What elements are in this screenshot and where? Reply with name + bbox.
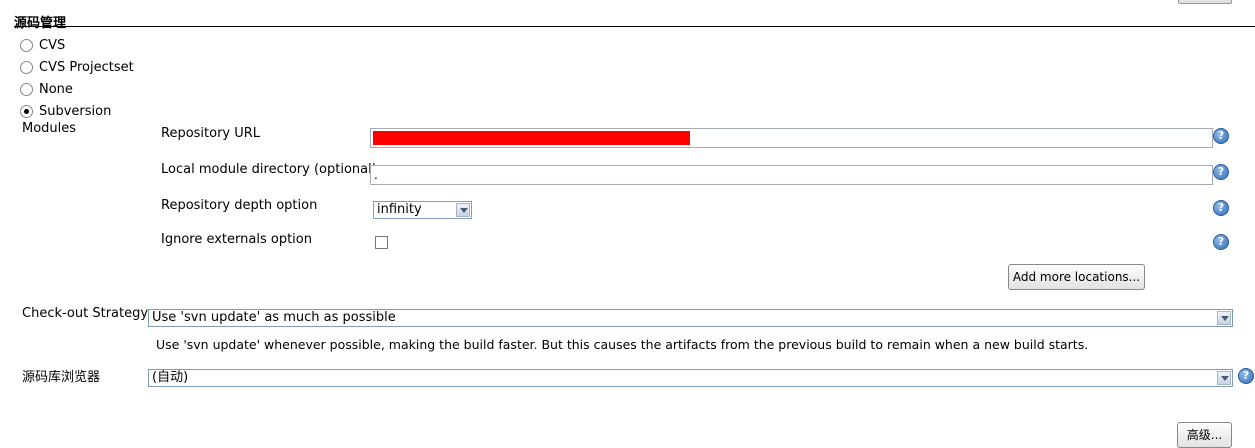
scm-option-cvs[interactable]: CVS bbox=[20, 36, 65, 54]
depth-option-value: infinity bbox=[377, 202, 422, 217]
redacted-url-mark bbox=[373, 131, 690, 145]
chevron-down-icon[interactable] bbox=[1217, 311, 1231, 325]
repository-url-label: Repository URL bbox=[161, 126, 261, 141]
radio-cvs[interactable] bbox=[20, 38, 33, 52]
help-icon[interactable]: ? bbox=[1238, 368, 1254, 384]
modules-label: Modules bbox=[22, 121, 77, 136]
scm-option-none[interactable]: None bbox=[20, 80, 73, 98]
chevron-down-icon[interactable] bbox=[456, 203, 470, 217]
scm-option-cvs-projectset[interactable]: CVS Projectset bbox=[20, 58, 134, 76]
radio-label: CVS Projectset bbox=[39, 59, 134, 75]
add-more-locations-button[interactable]: Add more locations... bbox=[1008, 264, 1145, 290]
section-title: 源码管理 bbox=[14, 16, 67, 31]
radio-subversion[interactable] bbox=[20, 104, 33, 118]
repository-browser-label: 源码库浏览器 bbox=[22, 370, 101, 385]
local-module-dir-input[interactable]: . bbox=[370, 165, 1213, 185]
repository-browser-select[interactable]: (自动) bbox=[148, 369, 1233, 387]
radio-cvs-projectset[interactable] bbox=[20, 60, 33, 74]
help-icon[interactable]: ? bbox=[1213, 234, 1229, 250]
scm-option-subversion[interactable]: Subversion bbox=[20, 102, 111, 120]
help-icon[interactable]: ? bbox=[1213, 164, 1229, 180]
checkout-strategy-value: Use 'svn update' as much as possible bbox=[152, 310, 396, 325]
checkout-strategy-select[interactable]: Use 'svn update' as much as possible bbox=[148, 309, 1233, 327]
radio-none[interactable] bbox=[20, 82, 33, 96]
radio-label: Subversion bbox=[39, 103, 112, 119]
ignore-externals-checkbox[interactable] bbox=[375, 236, 388, 249]
checkout-strategy-label: Check-out Strategy bbox=[22, 306, 149, 321]
repository-browser-value: (自动) bbox=[152, 370, 189, 385]
depth-option-select[interactable]: infinity bbox=[373, 201, 472, 219]
top-cutoff-button[interactable] bbox=[1178, 0, 1232, 4]
section-divider bbox=[14, 26, 1255, 27]
radio-label: CVS bbox=[39, 37, 66, 53]
help-icon[interactable]: ? bbox=[1213, 128, 1229, 144]
advanced-button[interactable]: 高级... bbox=[1177, 422, 1232, 448]
help-icon[interactable]: ? bbox=[1213, 200, 1229, 216]
chevron-down-icon[interactable] bbox=[1217, 371, 1231, 385]
ignore-externals-label: Ignore externals option bbox=[161, 232, 312, 247]
radio-label: None bbox=[39, 81, 73, 97]
depth-option-label: Repository depth option bbox=[161, 198, 318, 213]
checkout-strategy-description: Use 'svn update' whenever possible, maki… bbox=[156, 337, 1089, 352]
local-module-dir-label: Local module directory (optional) bbox=[161, 162, 377, 177]
